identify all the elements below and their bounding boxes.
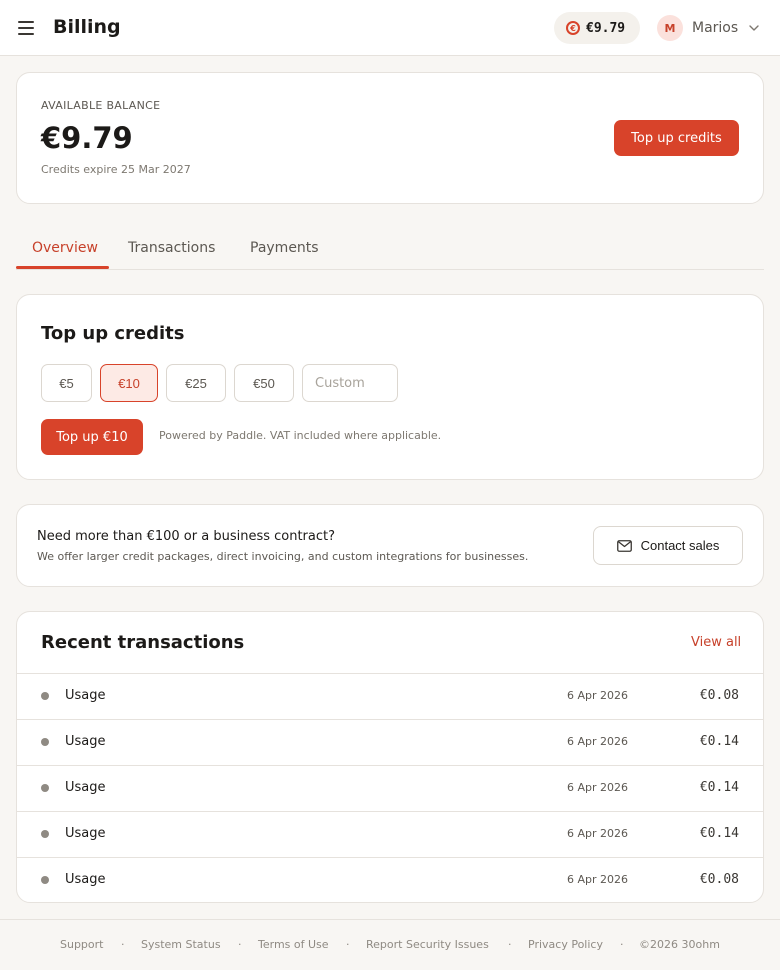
euro-coin-icon: € bbox=[566, 21, 580, 35]
amount-option-10[interactable]: €10 bbox=[100, 364, 158, 402]
table-row[interactable]: Usage 6 Apr 2026 €0.14 bbox=[17, 719, 763, 765]
contact-sales-button[interactable]: Contact sales bbox=[593, 526, 743, 565]
user-name: Marios bbox=[692, 20, 739, 36]
transaction-amount: €0.08 bbox=[699, 872, 739, 887]
sales-description: We offer larger credit packages, direct … bbox=[37, 550, 529, 563]
hamburger-menu-icon[interactable] bbox=[18, 21, 34, 35]
footer-link-terms[interactable]: Terms of Use bbox=[258, 938, 329, 951]
user-menu[interactable]: M Marios bbox=[657, 14, 760, 42]
balance-chip-value: €9.79 bbox=[586, 20, 626, 36]
footer-separator: · bbox=[508, 938, 512, 951]
transaction-amount: €0.08 bbox=[699, 688, 739, 703]
balance-chip[interactable]: € €9.79 bbox=[554, 12, 640, 44]
chevron-down-icon bbox=[749, 25, 759, 31]
footer-link-security[interactable]: Report Security Issues bbox=[366, 938, 489, 951]
transaction-date: 6 Apr 2026 bbox=[567, 827, 629, 840]
transaction-amount: €0.14 bbox=[699, 826, 739, 841]
transactions-heading: Recent transactions bbox=[41, 632, 245, 653]
footer-link-privacy[interactable]: Privacy Policy bbox=[528, 938, 603, 951]
transaction-date: 6 Apr 2026 bbox=[567, 873, 629, 886]
footer-link-support[interactable]: Support bbox=[60, 938, 103, 951]
payment-note: Powered by Paddle. VAT included where ap… bbox=[159, 429, 442, 442]
status-dot-icon bbox=[41, 830, 49, 838]
recent-transactions-card: Recent transactions View all Usage 6 Apr… bbox=[16, 611, 764, 903]
transaction-date: 6 Apr 2026 bbox=[567, 781, 629, 794]
transaction-amount: €0.14 bbox=[699, 780, 739, 795]
active-tab-indicator bbox=[16, 266, 109, 269]
amount-option-50[interactable]: €50 bbox=[234, 364, 294, 402]
contact-sales-card: Need more than €100 or a business contra… bbox=[16, 504, 764, 587]
table-row[interactable]: Usage 6 Apr 2026 €0.08 bbox=[17, 673, 763, 719]
table-row[interactable]: Usage 6 Apr 2026 €0.14 bbox=[17, 811, 763, 857]
footer: Support · System Status · Terms of Use ·… bbox=[0, 919, 780, 970]
avatar: M bbox=[657, 15, 683, 41]
status-dot-icon bbox=[41, 738, 49, 746]
footer-separator: · bbox=[346, 938, 350, 951]
transaction-date: 6 Apr 2026 bbox=[567, 689, 629, 702]
credits-expiry: Credits expire 25 Mar 2027 bbox=[41, 163, 191, 176]
footer-separator: · bbox=[238, 938, 242, 951]
billing-tabs: Overview Transactions Payments bbox=[16, 228, 764, 270]
balance-label: AVAILABLE BALANCE bbox=[41, 99, 161, 112]
view-all-link[interactable]: View all bbox=[691, 635, 741, 650]
status-dot-icon bbox=[41, 784, 49, 792]
transaction-amount: €0.14 bbox=[699, 734, 739, 749]
status-dot-icon bbox=[41, 692, 49, 700]
footer-copyright: ©2026 30ohm bbox=[639, 938, 720, 951]
transaction-type: Usage bbox=[65, 734, 106, 749]
transaction-date: 6 Apr 2026 bbox=[567, 735, 629, 748]
page-title: Billing bbox=[53, 16, 121, 38]
transaction-type: Usage bbox=[65, 780, 106, 795]
transactions-list: Usage 6 Apr 2026 €0.08 Usage 6 Apr 2026 … bbox=[17, 673, 763, 902]
top-up-heading: Top up credits bbox=[41, 323, 185, 344]
tab-transactions[interactable]: Transactions bbox=[128, 240, 215, 256]
status-dot-icon bbox=[41, 876, 49, 884]
custom-amount-input[interactable] bbox=[302, 364, 398, 402]
contact-sales-label: Contact sales bbox=[640, 538, 720, 553]
balance-amount: €9.79 bbox=[41, 121, 133, 155]
transaction-type: Usage bbox=[65, 688, 106, 703]
sales-title: Need more than €100 or a business contra… bbox=[37, 529, 336, 544]
footer-link-system-status[interactable]: System Status bbox=[141, 938, 221, 951]
footer-separator: · bbox=[121, 938, 125, 951]
transaction-type: Usage bbox=[65, 872, 106, 887]
tab-overview[interactable]: Overview bbox=[32, 240, 98, 256]
table-row[interactable]: Usage 6 Apr 2026 €0.08 bbox=[17, 857, 763, 902]
balance-card: AVAILABLE BALANCE €9.79 Credits expire 2… bbox=[16, 72, 764, 204]
amount-option-25[interactable]: €25 bbox=[166, 364, 226, 402]
transaction-type: Usage bbox=[65, 826, 106, 841]
top-up-card: Top up credits €5 €10 €25 €50 Top up €10… bbox=[16, 294, 764, 480]
table-row[interactable]: Usage 6 Apr 2026 €0.14 bbox=[17, 765, 763, 811]
top-up-credits-button[interactable]: Top up credits bbox=[614, 120, 739, 156]
amount-option-5[interactable]: €5 bbox=[41, 364, 92, 402]
footer-separator: · bbox=[620, 938, 624, 951]
tab-payments[interactable]: Payments bbox=[250, 240, 319, 256]
top-up-submit-button[interactable]: Top up €10 bbox=[41, 419, 143, 455]
mail-icon bbox=[616, 539, 632, 552]
top-bar: Billing € €9.79 M Marios bbox=[0, 0, 780, 56]
